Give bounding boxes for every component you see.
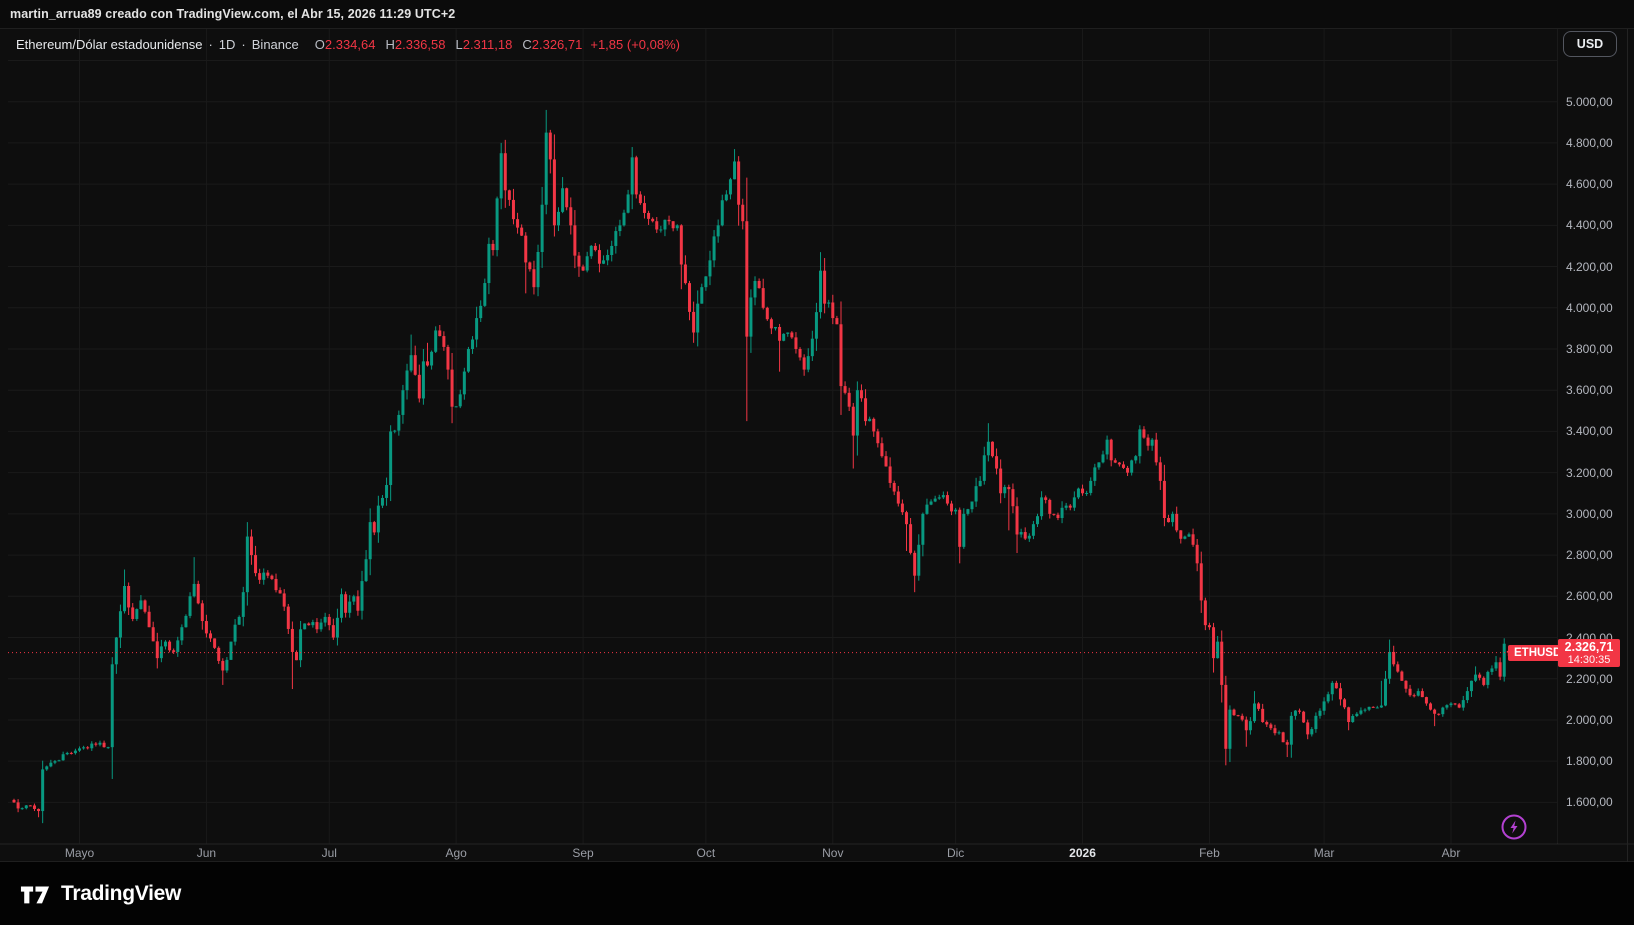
time-axis-label: Abr [1441, 846, 1461, 860]
price-axis-label: 2.000,00 [1566, 712, 1613, 727]
ohlc-h: H2.336,58 [385, 37, 446, 52]
price-axis-label: 3.000,00 [1566, 506, 1613, 521]
time-axis-label: Oct [696, 846, 716, 860]
price-axis-label: 3.200,00 [1566, 465, 1613, 480]
time-axis-label: Ago [445, 846, 467, 860]
price-axis-label: 4.000,00 [1566, 300, 1613, 315]
last-price-value: 2.326,71 [1564, 639, 1614, 654]
time-axis-label: Nov [822, 846, 844, 860]
price-axis-label: 4.200,00 [1566, 259, 1613, 274]
footer: TradingView [0, 862, 1634, 925]
change-value: +1,85 (+0,08%) [590, 37, 680, 52]
candlestick-chart[interactable] [0, 29, 1634, 863]
price-axis-label: 3.600,00 [1566, 383, 1613, 398]
price-axis-label: 3.800,00 [1566, 341, 1613, 356]
price-axis-label: 4.800,00 [1566, 135, 1613, 150]
price-axis-label: 2.600,00 [1566, 589, 1613, 604]
price-axis-label: 1.600,00 [1566, 795, 1613, 810]
ohlc-c: C2.326,71 [522, 37, 583, 52]
time-axis-label: Feb [1199, 846, 1220, 860]
ohlc-values: O2.334,64 H2.336,58 L2.311,18 C2.326,71 [315, 37, 583, 52]
tradingview-logo-text: TradingView [61, 881, 182, 905]
price-axis-label: 2.200,00 [1566, 671, 1613, 686]
attribution-bar: martin_arrua89 creado con TradingView.co… [0, 0, 1634, 28]
price-axis-label: 4.600,00 [1566, 177, 1613, 192]
flash-icon [1500, 813, 1528, 841]
bar-countdown: 14:30:35 [1567, 653, 1611, 666]
symbol-name: Ethereum/Dólar estadounidense [16, 37, 203, 52]
price-axis-label: 1.800,00 [1566, 754, 1613, 769]
time-axis-label: Mar [1313, 846, 1335, 860]
currency-usd-button[interactable]: USD [1563, 31, 1617, 57]
time-axis-label: 2026 [1069, 846, 1096, 860]
time-axis-label: Mayo [64, 846, 95, 860]
time-axis-label: Sep [572, 846, 594, 860]
attribution-text: martin_arrua89 creado con TradingView.co… [10, 7, 456, 21]
time-axis-label: Dic [946, 846, 965, 860]
time-axis-label: Jul [321, 846, 337, 860]
tradingview-mark-icon [20, 886, 50, 903]
widget-right-divider [1627, 29, 1628, 862]
ohlc-l: L2.311,18 [455, 37, 513, 52]
symbol-legend: Ethereum/Dólar estadounidense · 1D · Bin… [16, 37, 680, 52]
price-axis-label: 2.800,00 [1566, 548, 1613, 563]
price-axis-divider [1557, 29, 1558, 844]
exchange-label: Binance [251, 37, 299, 52]
price-axis-label: 3.400,00 [1566, 424, 1613, 439]
chart-widget: Ethereum/Dólar estadounidense · 1D · Bin… [0, 28, 1634, 862]
time-axis-label: Jun [196, 846, 217, 860]
legend-separator: · [241, 37, 246, 52]
ohlc-o: O2.334,64 [314, 37, 376, 52]
last-price-label: 2.326,71 14:30:35 [1558, 638, 1620, 667]
legend-separator: · [208, 37, 213, 52]
tradingview-logo[interactable]: TradingView [18, 879, 181, 909]
price-axis-label: 4.400,00 [1566, 218, 1613, 233]
interval-label: 1D [218, 37, 236, 52]
price-axis-label: 5.000,00 [1566, 94, 1613, 109]
